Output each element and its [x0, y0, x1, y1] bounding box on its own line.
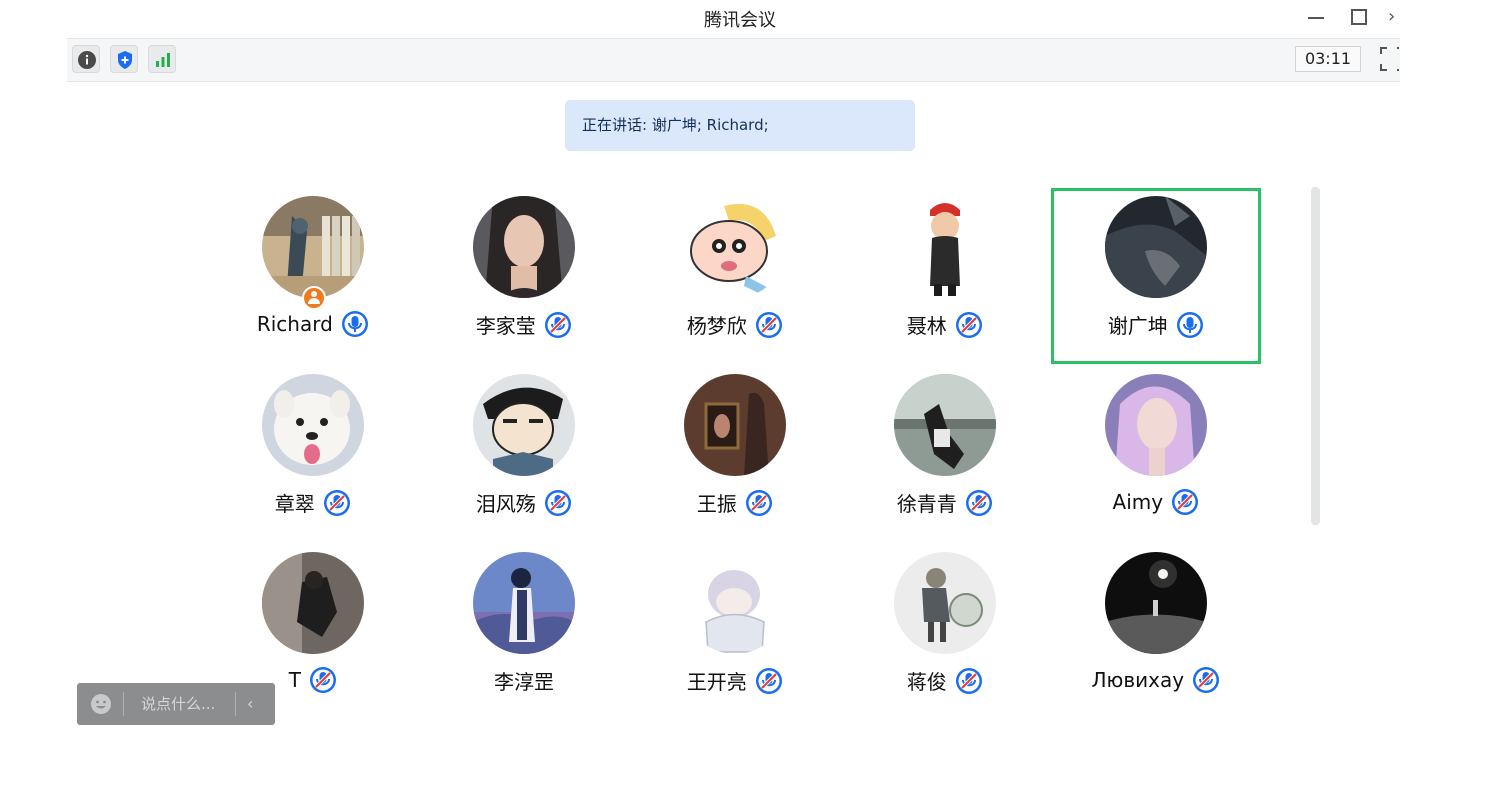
signal-icon: [156, 53, 170, 67]
participant-name: 李淳罡: [494, 670, 554, 694]
participant-name: T: [288, 668, 301, 692]
network-signal-button[interactable]: [148, 45, 176, 73]
close-button[interactable]: ›: [1388, 6, 1410, 28]
avatar: [894, 196, 996, 298]
participant-tile[interactable]: 蒋俊: [840, 544, 1050, 720]
meeting-toolbar: 03:11: [67, 38, 1400, 82]
title-bar: 腾讯会议 ›: [0, 0, 1491, 38]
avatar: [473, 374, 575, 476]
participant-tile[interactable]: 王开亮: [630, 544, 840, 720]
divider: [235, 692, 236, 716]
info-icon: [78, 51, 96, 69]
mic-muted-icon[interactable]: [755, 311, 783, 339]
avatar: [894, 552, 996, 654]
participant-tile[interactable]: Richard: [208, 188, 418, 364]
participant-name: 蒋俊: [906, 670, 947, 694]
mic-muted-icon[interactable]: [955, 667, 983, 695]
avatar: [1105, 196, 1207, 298]
mic-muted-icon[interactable]: [309, 666, 337, 694]
participant-name: 徐青青: [896, 492, 957, 516]
participant-tile[interactable]: 李家莹: [419, 188, 629, 364]
participant-tile[interactable]: 泪风殇: [419, 366, 629, 542]
participant-name: Лювихау: [1091, 668, 1185, 692]
mic-active-icon[interactable]: [341, 310, 369, 338]
minimize-button[interactable]: [1306, 6, 1328, 28]
participant-name: 谢广坤: [1107, 314, 1168, 338]
participant-name: 李家莹: [475, 314, 536, 338]
mic-muted-icon[interactable]: [544, 311, 572, 339]
fullscreen-icon: [1380, 47, 1399, 71]
collapse-chat-button[interactable]: ‹: [247, 694, 253, 713]
divider: [123, 692, 124, 716]
avatar: [1105, 374, 1207, 476]
chat-bar: 说点什么... ‹: [77, 683, 275, 725]
participant-name: 泪风殇: [475, 492, 536, 516]
participant-tile[interactable]: Лювихау: [1051, 544, 1261, 720]
avatar: [684, 552, 786, 654]
avatar: [1105, 552, 1207, 654]
participant-name: 王开亮: [686, 670, 747, 694]
fullscreen-button[interactable]: [1379, 46, 1399, 72]
participant-tile[interactable]: 李淳罡: [419, 544, 629, 720]
participant-name: Richard: [256, 312, 333, 336]
participant-name: 杨梦欣: [686, 314, 747, 338]
mic-muted-icon[interactable]: [1192, 666, 1220, 694]
shield-icon: [118, 51, 132, 69]
participant-tile-speaking[interactable]: 谢广坤: [1051, 188, 1261, 364]
avatar: [262, 374, 364, 476]
participant-name: 章翠: [274, 492, 315, 516]
avatar: [473, 552, 575, 654]
security-button[interactable]: [110, 45, 138, 73]
participant-name: Aimy: [1112, 490, 1164, 514]
mic-muted-icon[interactable]: [544, 489, 572, 517]
participant-tile[interactable]: 杨梦欣: [630, 188, 840, 364]
mic-muted-icon[interactable]: [955, 311, 983, 339]
avatar: [262, 552, 364, 654]
participant-scrollbar[interactable]: [1311, 187, 1320, 525]
meeting-info-button[interactable]: [72, 45, 100, 73]
meeting-timer: 03:11: [1295, 46, 1361, 72]
mic-active-icon[interactable]: [1176, 311, 1204, 339]
mic-muted-icon[interactable]: [1171, 488, 1199, 516]
emoji-icon[interactable]: [90, 693, 112, 715]
participant-name: 聂林: [906, 314, 947, 338]
window-title: 腾讯会议: [704, 10, 776, 31]
avatar: [473, 196, 575, 298]
avatar: [684, 374, 786, 476]
avatar: [894, 374, 996, 476]
host-badge-icon: [302, 286, 326, 310]
participant-name: 王振: [696, 492, 737, 516]
mic-muted-icon[interactable]: [323, 489, 351, 517]
maximize-button[interactable]: [1348, 6, 1370, 28]
participant-tile[interactable]: Aimy: [1051, 366, 1261, 542]
chat-input[interactable]: 说点什么...: [141, 683, 215, 725]
speaking-banner: 正在讲话: 谢广坤; Richard;: [565, 100, 915, 151]
mic-muted-icon[interactable]: [965, 489, 993, 517]
avatar: [262, 196, 364, 298]
participant-tile[interactable]: 王振: [630, 366, 840, 542]
mic-muted-icon[interactable]: [745, 489, 773, 517]
participant-tile[interactable]: 徐青青: [840, 366, 1050, 542]
avatar: [684, 196, 786, 298]
participant-tile[interactable]: 章翠: [208, 366, 418, 542]
participant-tile[interactable]: 聂林: [840, 188, 1050, 364]
mic-muted-icon[interactable]: [755, 667, 783, 695]
